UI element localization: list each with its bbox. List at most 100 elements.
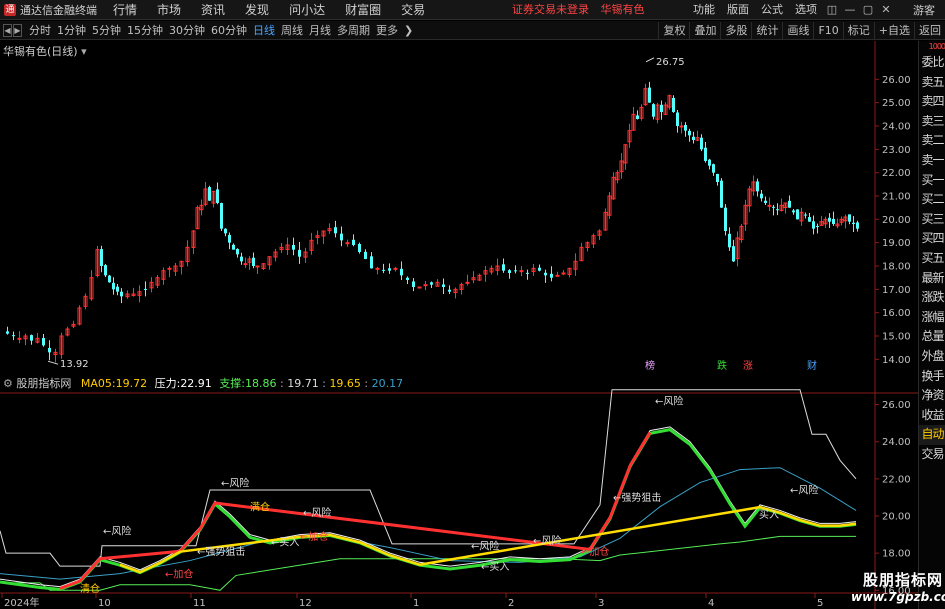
sidebar-tab-trade[interactable]: 交易 [919, 445, 945, 465]
next-arrow-icon[interactable]: ▶ [13, 23, 22, 37]
candle-body [708, 159, 711, 166]
tool-tongji[interactable]: 统计 [751, 22, 782, 39]
skin-icon[interactable]: ◫ [823, 0, 841, 20]
candle-body [240, 256, 243, 262]
candle-body [364, 251, 367, 259]
main-ytick-label: 24.00 [882, 122, 911, 133]
minimize-icon[interactable]: — [841, 0, 859, 20]
indicator-title: ⚙ 股朋指标网 MA05:19.72 压力:22.91 支撑:18.86 : 1… [3, 377, 404, 390]
sidebar-tab-buy5[interactable]: 买五 [919, 249, 945, 269]
indicator-support-value-4: 20.17 [371, 377, 404, 390]
period-multi[interactable]: 多周期 [334, 21, 373, 40]
tool-f10[interactable]: F10 [813, 22, 842, 39]
trade-login-notice[interactable]: 证券交易未登录 [512, 3, 589, 16]
sidebar-tab-mai4[interactable]: 卖四 [919, 92, 945, 112]
xtick-label: 4 [708, 598, 714, 609]
period-30min[interactable]: 30分钟 [166, 21, 208, 40]
candle-body [526, 272, 529, 274]
period-5min[interactable]: 5分钟 [89, 21, 124, 40]
maximize-icon[interactable]: ▢ [859, 0, 877, 20]
xtick-label: 2 [508, 598, 514, 609]
menu-item-gongneng[interactable]: 功能 [687, 0, 721, 20]
menu-item-wenxiaoda[interactable]: 问小达 [279, 0, 335, 20]
period-weekly[interactable]: 周线 [278, 21, 306, 40]
candle-body [400, 268, 403, 276]
menu-item-faxian[interactable]: 发现 [235, 0, 279, 20]
sidebar-tab-eps[interactable]: 收益 [919, 406, 945, 426]
indicator-annotation-6: ←风险 [790, 484, 818, 497]
sidebar-tab-netasset[interactable]: 净资 [919, 386, 945, 406]
notice-bar: 证券交易未登录 华锡有色 [512, 0, 653, 20]
sidebar-tab-mai5[interactable]: 卖五 [919, 73, 945, 93]
indicator-name[interactable]: 股朋指标网 [16, 377, 71, 390]
period-daily[interactable]: 日线 [250, 21, 278, 40]
period-15min[interactable]: 15分钟 [124, 21, 166, 40]
candle-body [767, 204, 772, 207]
sidebar-tab-buy2[interactable]: 买二 [919, 190, 945, 210]
sidebar-tab-volume[interactable]: 总量 [919, 327, 945, 347]
candle-body [636, 115, 639, 119]
tool-duogu[interactable]: 多股 [720, 22, 751, 39]
ind-ytick-label: 18.00 [882, 549, 911, 560]
candle-body [220, 203, 223, 229]
guest-login[interactable]: 游客 [895, 2, 945, 18]
more-chevron-icon[interactable]: ❯ [401, 21, 416, 40]
sidebar-tab-turnover[interactable]: 换手 [919, 367, 945, 387]
indicator-annotation-11: 买入 [759, 509, 779, 521]
sidebar-tab-latest[interactable]: 最新 [919, 269, 945, 289]
period-fenshi[interactable]: 分时 [26, 21, 54, 40]
sidebar-tab-buy1[interactable]: 买一 [919, 171, 945, 191]
sidebar-tab-mai1[interactable]: 卖一 [919, 151, 945, 171]
menu-item-xuanxiang[interactable]: 选项 [789, 0, 823, 20]
sidebar-tab-weibi[interactable]: 委比 [919, 53, 945, 73]
candle-body [423, 284, 428, 287]
menu-item-banmian[interactable]: 版面 [721, 0, 755, 20]
tool-fanhui[interactable]: 返回 [914, 22, 945, 39]
sidebar-tab-change[interactable]: 涨跌 [919, 288, 945, 308]
candle-body [393, 267, 398, 270]
period-1min[interactable]: 1分钟 [54, 21, 89, 40]
right-sidebar: 1000 委比 卖五 卖四 卖三 卖二 卖一 买一 买二 买三 买四 买五 最新… [918, 41, 945, 609]
sidebar-tab-mai3[interactable]: 卖三 [919, 112, 945, 132]
main-ytick-label: 22.00 [882, 168, 911, 179]
event-mark-1: 跌 [717, 359, 727, 372]
main-ytick-label: 25.00 [882, 98, 911, 109]
menu-item-caifuquan[interactable]: 财富圈 [335, 0, 391, 20]
menu-item-jiaoyi[interactable]: 交易 [391, 0, 435, 20]
candle-body [550, 273, 553, 278]
candle-body [108, 275, 111, 283]
candle-body [816, 226, 819, 228]
title-dropdown-icon[interactable]: ▾ [81, 45, 87, 58]
period-60min[interactable]: 60分钟 [208, 21, 250, 40]
tool-zixuan[interactable]: +自选 [873, 22, 914, 39]
candle-body [104, 265, 107, 276]
sidebar-tab-mai2[interactable]: 卖二 [919, 131, 945, 151]
tool-fuquan[interactable]: 复权 [658, 22, 689, 39]
menu-item-shichang[interactable]: 市场 [147, 0, 191, 20]
close-icon[interactable]: ✕ [877, 0, 895, 20]
indicator-gear-icon[interactable]: ⚙ [3, 377, 13, 390]
main-chart-title: 华锡有色(日线) ▾ [3, 43, 87, 59]
menu-item-gongshi[interactable]: 公式 [755, 0, 789, 20]
sidebar-tab-buy4[interactable]: 买四 [919, 229, 945, 249]
sidebar-tab-auto[interactable]: 自动 [919, 425, 945, 445]
period-monthly[interactable]: 月线 [306, 21, 334, 40]
chart-area[interactable]: 26.00 25.00 24.00 23.00 22.00 21.00 20.00 19.00… [0, 41, 945, 609]
candle-body [852, 222, 855, 224]
watermark-line2: www.7gpzb.com [851, 590, 945, 604]
tool-huaxian[interactable]: 画线 [782, 22, 813, 39]
tool-diejia[interactable]: 叠加 [689, 22, 720, 39]
main-ytick-label: 14.00 [882, 355, 911, 366]
prev-arrow-icon[interactable]: ◀ [3, 23, 12, 37]
candle-body [224, 228, 227, 234]
sidebar-tab-pct[interactable]: 涨幅 [919, 308, 945, 328]
tool-biaoji[interactable]: 标记 [842, 22, 874, 39]
kline-svg[interactable]: 26.00 25.00 24.00 23.00 22.00 21.00 20.00 19.00… [0, 41, 918, 609]
indicator-annotation-4: ←风险 [533, 534, 561, 547]
menu-item-zixun[interactable]: 资讯 [191, 0, 235, 20]
menu-item-hangqing[interactable]: 行情 [103, 0, 147, 20]
candle-body [334, 227, 337, 234]
period-more[interactable]: 更多 [373, 21, 401, 40]
sidebar-tab-outer[interactable]: 外盘 [919, 347, 945, 367]
sidebar-tab-buy3[interactable]: 买三 [919, 210, 945, 230]
